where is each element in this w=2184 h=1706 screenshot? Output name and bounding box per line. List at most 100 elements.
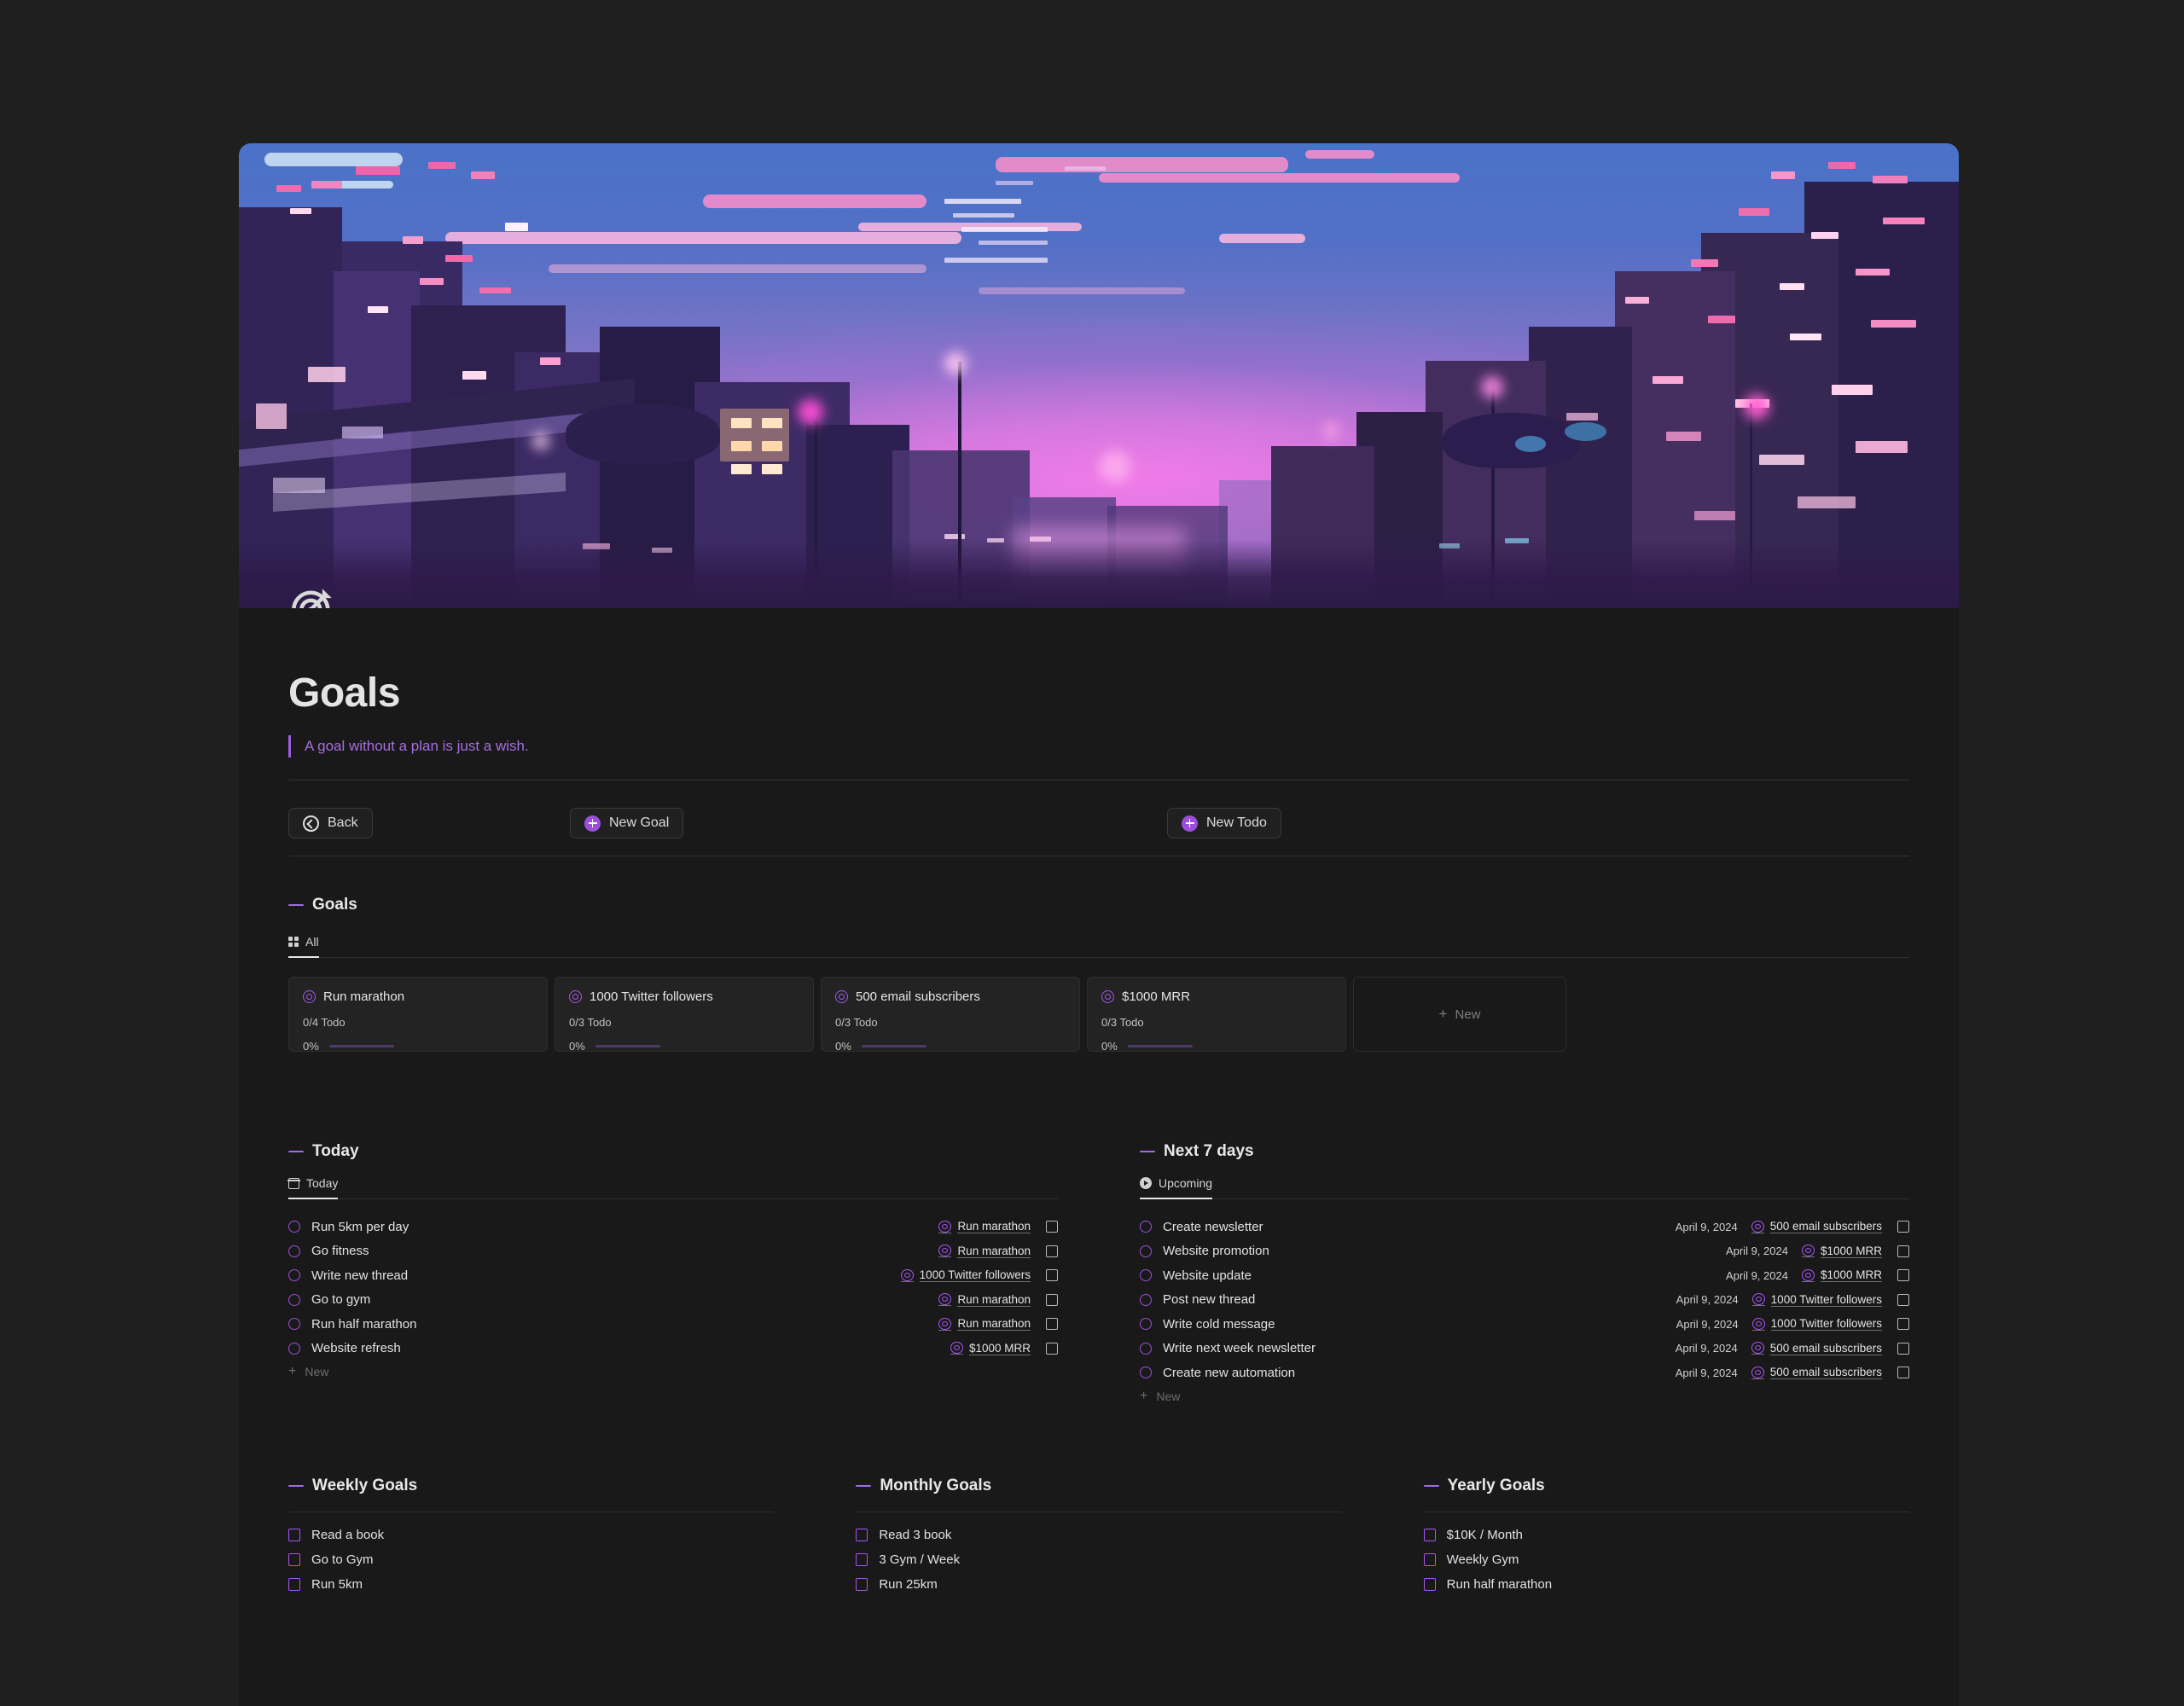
progress-bar bbox=[1127, 1045, 1193, 1047]
status-ring-icon[interactable] bbox=[1140, 1342, 1152, 1355]
task-goal-tag[interactable]: 500 email subscribers bbox=[1751, 1342, 1882, 1355]
task-goal-tag[interactable]: Run marathon bbox=[938, 1293, 1031, 1307]
task-checkbox[interactable] bbox=[1046, 1318, 1058, 1331]
task-row[interactable]: Website promotion April 9, 2024 $1000 MR… bbox=[1140, 1239, 1909, 1264]
task-checkbox[interactable] bbox=[1046, 1269, 1058, 1282]
task-goal-tag[interactable]: 500 email subscribers bbox=[1751, 1220, 1882, 1234]
goal-card[interactable]: 500 email subscribers 0/3 Todo 0% bbox=[821, 977, 1080, 1053]
task-row[interactable]: Go to gym Run marathon bbox=[288, 1288, 1058, 1313]
task-goal-tag[interactable]: Run marathon bbox=[938, 1317, 1031, 1332]
task-row[interactable]: Write new thread 1000 Twitter followers bbox=[288, 1263, 1058, 1288]
status-ring-icon[interactable] bbox=[1140, 1293, 1152, 1306]
task-goal-tag[interactable]: Run marathon bbox=[938, 1220, 1031, 1234]
task-goal-tag[interactable]: 1000 Twitter followers bbox=[900, 1268, 1031, 1283]
goal-checkbox[interactable] bbox=[856, 1528, 868, 1541]
goal-checkbox[interactable] bbox=[288, 1552, 300, 1566]
today-section: Today Today Run 5km per day Run marathon… bbox=[288, 1142, 1058, 1403]
task-checkbox[interactable] bbox=[1897, 1221, 1909, 1233]
task-row[interactable]: Write cold message April 9, 2024 1000 Tw… bbox=[1140, 1312, 1909, 1337]
goal-item-label: Run 25km bbox=[879, 1576, 938, 1592]
task-checkbox[interactable] bbox=[1046, 1221, 1058, 1233]
goal-checklist-item[interactable]: Run 25km bbox=[856, 1572, 1341, 1597]
task-row[interactable]: Go fitness Run marathon bbox=[288, 1239, 1058, 1264]
goal-checklist-item[interactable]: $10K / Month bbox=[1423, 1523, 1909, 1547]
back-button[interactable]: Back bbox=[288, 808, 373, 838]
status-ring-icon[interactable] bbox=[288, 1245, 300, 1257]
today-section-heading: Today bbox=[288, 1142, 1058, 1161]
task-goal-tag[interactable]: $1000 MRR bbox=[1801, 1245, 1882, 1258]
goal-checklist-item[interactable]: Run half marathon bbox=[1423, 1572, 1909, 1597]
status-ring-icon[interactable] bbox=[288, 1293, 300, 1306]
task-row[interactable]: Website update April 9, 2024 $1000 MRR bbox=[1140, 1263, 1909, 1288]
status-ring-icon[interactable] bbox=[1140, 1318, 1152, 1331]
task-checkbox[interactable] bbox=[1897, 1367, 1909, 1379]
goal-checklist-item[interactable]: Run 5km bbox=[288, 1572, 774, 1597]
status-ring-icon[interactable] bbox=[1140, 1367, 1152, 1379]
new-goal-button[interactable]: New Goal bbox=[570, 808, 684, 838]
goal-checkbox[interactable] bbox=[1423, 1552, 1436, 1566]
task-goal-tag[interactable]: 1000 Twitter followers bbox=[1751, 1293, 1882, 1307]
today-new-row[interactable]: + New bbox=[288, 1365, 1058, 1379]
status-ring-icon[interactable] bbox=[1140, 1269, 1152, 1282]
page-title: Goals bbox=[288, 670, 400, 716]
task-goal-tag[interactable]: $1000 MRR bbox=[950, 1342, 1031, 1355]
goal-checkbox[interactable] bbox=[288, 1528, 300, 1541]
status-ring-icon[interactable] bbox=[288, 1318, 300, 1331]
plus-circle-icon bbox=[1182, 815, 1198, 832]
progress-bar bbox=[595, 1045, 660, 1047]
task-row[interactable]: Run half marathon Run marathon bbox=[288, 1312, 1058, 1337]
status-ring-icon[interactable] bbox=[288, 1342, 300, 1355]
status-ring-icon[interactable] bbox=[1140, 1245, 1152, 1257]
goal-checkbox[interactable] bbox=[856, 1577, 868, 1591]
target-icon bbox=[835, 990, 848, 1003]
task-name: Go fitness bbox=[311, 1244, 369, 1259]
target-icon bbox=[1751, 1317, 1765, 1331]
task-row[interactable]: Post new thread April 9, 2024 1000 Twitt… bbox=[1140, 1288, 1909, 1313]
goal-checklist-item[interactable]: Weekly Gym bbox=[1423, 1547, 1909, 1572]
dash-marker bbox=[288, 904, 304, 906]
new-goal-card[interactable]: + New bbox=[1353, 977, 1566, 1052]
task-goal-tag[interactable]: 1000 Twitter followers bbox=[1751, 1317, 1882, 1332]
task-checkbox[interactable] bbox=[1046, 1342, 1058, 1355]
goal-checkbox[interactable] bbox=[1423, 1528, 1436, 1541]
task-row[interactable]: Write next week newsletter April 9, 2024… bbox=[1140, 1337, 1909, 1361]
task-row[interactable]: Website refresh $1000 MRR bbox=[288, 1337, 1058, 1361]
goal-card[interactable]: 1000 Twitter followers 0/3 Todo 0% bbox=[555, 977, 814, 1053]
task-checkbox[interactable] bbox=[1897, 1318, 1909, 1331]
tab-all[interactable]: All bbox=[288, 935, 319, 958]
goal-card[interactable]: Run marathon 0/4 Todo 0% bbox=[288, 977, 548, 1053]
task-checkbox[interactable] bbox=[1046, 1293, 1058, 1306]
task-checkbox[interactable] bbox=[1897, 1342, 1909, 1355]
status-ring-icon[interactable] bbox=[288, 1269, 300, 1282]
task-checkbox[interactable] bbox=[1046, 1245, 1058, 1257]
goal-checklist-item[interactable]: Read 3 book bbox=[856, 1523, 1341, 1547]
task-checkbox[interactable] bbox=[1897, 1269, 1909, 1282]
task-row[interactable]: Create newsletter April 9, 2024 500 emai… bbox=[1140, 1215, 1909, 1239]
next7-new-row[interactable]: + New bbox=[1140, 1389, 1909, 1403]
goal-checkbox[interactable] bbox=[288, 1577, 300, 1591]
task-checkbox[interactable] bbox=[1897, 1293, 1909, 1306]
task-goal-tag[interactable]: $1000 MRR bbox=[1801, 1268, 1882, 1283]
task-checkbox[interactable] bbox=[1897, 1245, 1909, 1257]
goal-checklist-item[interactable]: Go to Gym bbox=[288, 1547, 774, 1572]
goal-item-label: Weekly Gym bbox=[1446, 1552, 1519, 1567]
goal-card[interactable]: $1000 MRR 0/3 Todo 0% bbox=[1087, 977, 1346, 1053]
goal-card-title: $1000 MRR bbox=[1122, 989, 1191, 1004]
goal-checkbox[interactable] bbox=[856, 1552, 868, 1566]
task-row[interactable]: Create new automation April 9, 2024 500 … bbox=[1140, 1361, 1909, 1385]
goal-checklist-item[interactable]: Read a book bbox=[288, 1523, 774, 1547]
goal-checkbox[interactable] bbox=[1423, 1577, 1436, 1591]
target-icon[interactable] bbox=[288, 583, 338, 608]
goal-checklist-item[interactable]: 3 Gym / Week bbox=[856, 1547, 1341, 1572]
tab-today[interactable]: Today bbox=[288, 1176, 339, 1199]
progress-bar bbox=[328, 1045, 394, 1047]
status-ring-icon[interactable] bbox=[1140, 1221, 1152, 1233]
task-row[interactable]: Run 5km per day Run marathon bbox=[288, 1215, 1058, 1239]
tab-upcoming[interactable]: Upcoming bbox=[1140, 1176, 1213, 1199]
new-todo-button[interactable]: New Todo bbox=[1167, 808, 1281, 838]
status-ring-icon[interactable] bbox=[288, 1221, 300, 1233]
target-icon bbox=[1101, 990, 1114, 1003]
task-goal-tag[interactable]: 500 email subscribers bbox=[1751, 1366, 1882, 1380]
goal-card-todo: 0/3 Todo bbox=[569, 1016, 612, 1029]
task-goal-tag[interactable]: Run marathon bbox=[938, 1245, 1031, 1258]
